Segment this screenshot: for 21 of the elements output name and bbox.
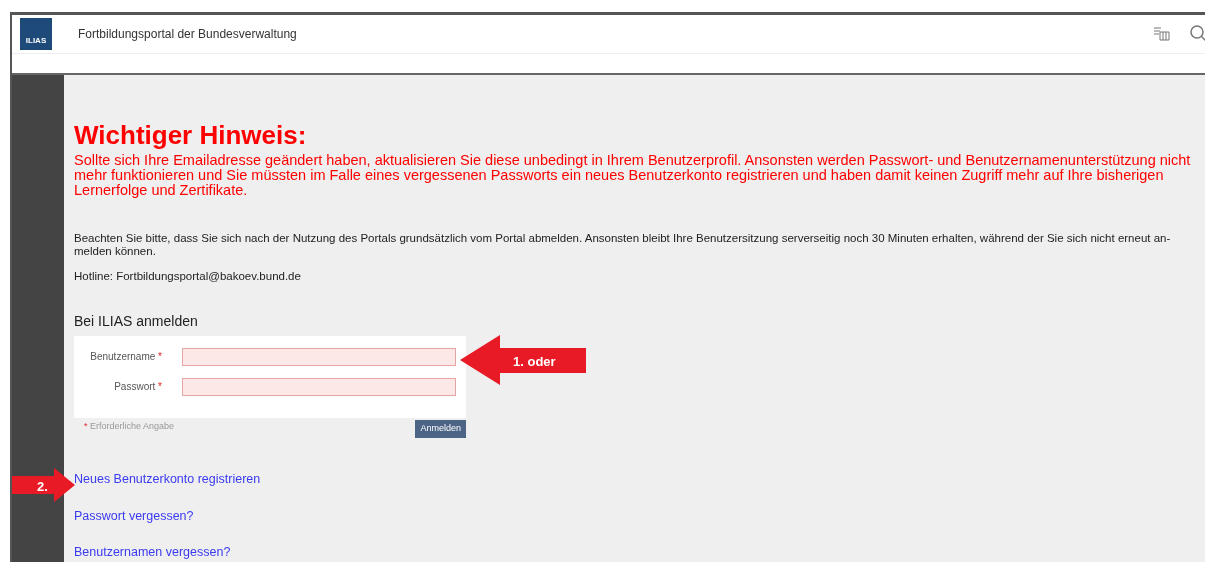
field-label: Passwort * bbox=[113, 380, 162, 395]
sitemap-icon[interactable] bbox=[1153, 26, 1171, 42]
login-button[interactable]: Anmelden bbox=[415, 419, 466, 438]
link[interactable]: Benutzernamen vergessen? bbox=[74, 543, 231, 562]
input-field[interactable] bbox=[182, 377, 456, 396]
logo: ILIAS bbox=[20, 18, 52, 50]
notice-heading: Wichtiger Hinweis: bbox=[74, 118, 308, 151]
link[interactable]: Neues Benutzerkonto registrieren bbox=[74, 469, 261, 489]
notice-text: Sollte sich Ihre Emailadresse geändert haben, aktualisieren Sie diese unbedingt in Ihrem Benutzerprofil. Ansonsten werden Passwort- und Benutzernamenunterstützung nicht mehr funktionieren und Sie müssten im Falle eines vergessenen Passworts ein neues Benutzerkonto registrieren und haben damit keinen Zugriff mehr auf Ihre bisherigen Lernerfolge und Zertifikate. bbox=[74, 152, 1192, 198]
login-title: Bei ILIAS anmelden bbox=[74, 311, 199, 331]
info-text: Beachten Sie bitte, dass Sie sich nach der Nutzung des Portals grundsätzlich vom Portal abmelden. Ansonsten bleibt Ihre Benutzersitzung serverseitig noch 30 Minuten erhalten, während der Sie sich nicht erneut an-melden können. bbox=[74, 231, 1172, 258]
annotation-label: 1. oder bbox=[513, 353, 556, 371]
search-icon[interactable] bbox=[1189, 24, 1205, 44]
arrow-annotation bbox=[12, 468, 75, 502]
link[interactable]: Passwort vergessen? bbox=[74, 506, 194, 526]
annotation-label: 2. bbox=[37, 478, 48, 496]
input-field[interactable] bbox=[182, 347, 456, 366]
site-title: Fortbildungsportal der Bundesverwaltung bbox=[78, 26, 297, 43]
hotline-text: Hotline: Fortbildungsportal@bakoev.bund.de bbox=[74, 268, 302, 284]
required-note: * Erforderliche Angabe bbox=[84, 419, 175, 433]
field-label: Benutzername * bbox=[89, 350, 162, 365]
